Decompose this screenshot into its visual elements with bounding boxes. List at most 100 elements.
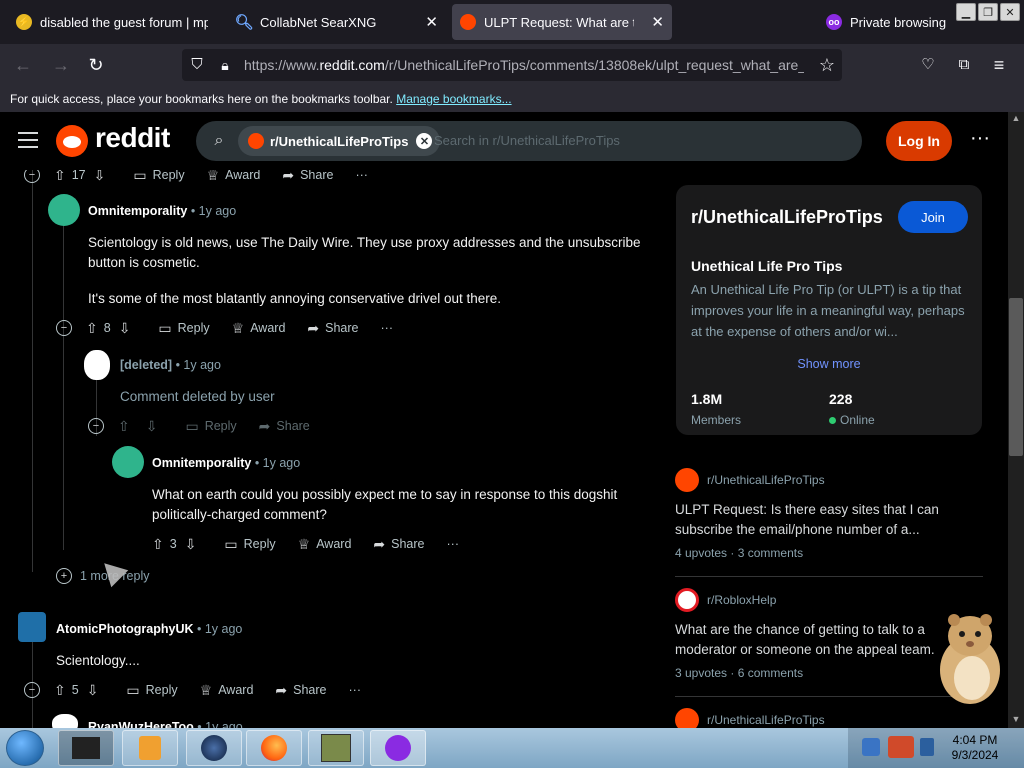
manage-bookmarks-link[interactable]: Manage bookmarks...: [396, 92, 511, 106]
subreddit-title[interactable]: r/UnethicalLifeProTips: [691, 207, 883, 228]
search-bar[interactable]: ⌕ r/UnethicalLifeProTips ✕ Search in r/U…: [196, 121, 862, 161]
upvote-icon[interactable]: ⇧: [54, 170, 66, 184]
clear-chip-icon[interactable]: ✕: [416, 133, 433, 149]
related-post[interactable]: r/UnethicalLifeProTips ULPT Request: Is …: [675, 468, 985, 560]
reddit-logo-icon[interactable]: [56, 125, 88, 157]
downvote-icon[interactable]: ⇩: [94, 170, 106, 184]
award-button[interactable]: ♕ Award: [200, 682, 254, 699]
upvote-icon[interactable]: ⇧: [54, 682, 66, 699]
tray-volume-icon[interactable]: [920, 738, 934, 756]
comment-author[interactable]: RyanWuzHereToo • 1y ago: [88, 720, 243, 728]
close-window-icon[interactable]: ✕: [1000, 3, 1020, 21]
author-name[interactable]: AtomicPhotographyUK: [56, 622, 194, 636]
more-actions-icon[interactable]: ···: [447, 537, 460, 551]
reply-button[interactable]: ▭ Reply: [224, 536, 275, 553]
share-button[interactable]: ➦ Share: [373, 536, 424, 553]
bookmark-star-icon[interactable]: ☆: [816, 54, 838, 76]
back-arrow-icon[interactable]: ←: [12, 54, 34, 76]
reply-button: ▭ Reply: [185, 418, 236, 435]
close-tab-icon[interactable]: ✕: [425, 13, 438, 31]
lock-icon[interactable]: 🔒︎: [214, 54, 236, 76]
scroll-down-arrow-icon[interactable]: ▼: [1008, 714, 1024, 728]
shield-icon[interactable]: ⛉: [186, 54, 208, 76]
reply-button[interactable]: ▭ Reply: [158, 320, 209, 337]
award-label: Award: [316, 537, 352, 551]
tab-searxng[interactable]: 🔍︎ CollabNet SearXNG ✕: [228, 4, 446, 40]
search-input[interactable]: Search in r/UnethicalLifeProTips: [434, 133, 620, 148]
upvote-icon[interactable]: ⇧: [86, 320, 98, 337]
downvote-icon[interactable]: ⇩: [185, 536, 197, 553]
avatar[interactable]: [112, 446, 144, 478]
author-name[interactable]: Omnitemporality: [88, 204, 187, 218]
taskbar-app-media[interactable]: [58, 730, 114, 766]
reply-button[interactable]: ▭ Reply: [126, 682, 177, 699]
more-options-icon[interactable]: ···: [966, 128, 994, 148]
address-bar[interactable]: ⛉ 🔒︎ https://www.reddit.com/r/UnethicalL…: [182, 49, 842, 81]
hamburger-menu-icon[interactable]: [18, 132, 38, 148]
author-name[interactable]: Omnitemporality: [152, 456, 251, 470]
url-text[interactable]: https://www.reddit.com/r/UnethicalLifePr…: [244, 57, 804, 73]
app-menu-icon[interactable]: ≡: [988, 54, 1010, 76]
online-dot-icon: [829, 416, 836, 424]
related-post[interactable]: r/UnethicalLifeProTips: [675, 708, 985, 728]
comment-author[interactable]: AtomicPhotographyUK • 1y ago: [56, 622, 242, 636]
tray-app-icon[interactable]: [888, 736, 914, 758]
tray-network-icon[interactable]: [862, 738, 880, 756]
show-more-button[interactable]: Show more: [676, 357, 982, 371]
related-subreddit[interactable]: r/UnethicalLifeProTips: [707, 473, 825, 487]
taskbar-app-firefox[interactable]: [246, 730, 302, 766]
comment-author[interactable]: Omnitemporality • 1y ago: [88, 204, 236, 218]
restore-icon[interactable]: ❐: [978, 3, 998, 21]
tab-reddit-active[interactable]: ULPT Request: What are the mo ✕: [452, 4, 672, 40]
tab-mpp-forum[interactable]: ⚡ disabled the guest forum | mpp: [8, 4, 224, 40]
collapse-icon[interactable]: −: [24, 170, 40, 183]
system-clock[interactable]: 4:04 PM 9/3/2024: [940, 733, 1010, 763]
minimize-icon[interactable]: ▁: [956, 3, 976, 21]
upvote-icon[interactable]: ⇧: [152, 536, 164, 553]
downvote-icon[interactable]: ⇩: [87, 682, 99, 699]
author-name[interactable]: RyanWuzHereToo: [88, 720, 194, 728]
avatar[interactable]: [48, 194, 80, 226]
share-label: Share: [325, 321, 359, 335]
collapse-icon[interactable]: −: [56, 320, 72, 336]
avatar[interactable]: [52, 714, 78, 728]
taskbar-app-box[interactable]: [308, 730, 364, 766]
subreddit-search-chip[interactable]: r/UnethicalLifeProTips ✕: [238, 126, 441, 156]
join-button[interactable]: Join: [898, 201, 968, 233]
collapse-icon[interactable]: −: [88, 418, 104, 434]
taskbar-app-private-firefox[interactable]: [370, 730, 426, 766]
extensions-icon[interactable]: ⧉: [953, 54, 975, 76]
more-actions-icon[interactable]: ···: [355, 170, 368, 182]
related-post-title[interactable]: ULPT Request: Is there easy sites that I…: [675, 500, 955, 540]
award-button[interactable]: ♕ Award: [232, 320, 286, 337]
login-button[interactable]: Log In: [886, 121, 952, 161]
related-subreddit[interactable]: r/UnethicalLifeProTips: [707, 713, 825, 727]
share-button[interactable]: ➦ Share: [282, 170, 333, 184]
taskbar-app-player[interactable]: [122, 730, 178, 766]
forward-arrow-icon[interactable]: →: [50, 54, 72, 76]
reload-icon[interactable]: ↻: [85, 54, 107, 76]
award-button[interactable]: ♕ Award: [207, 170, 261, 184]
reply-button[interactable]: ▭ Reply: [133, 170, 184, 184]
scroll-up-arrow-icon[interactable]: ▲: [1008, 113, 1024, 127]
taskbar-app-globe[interactable]: [186, 730, 242, 766]
close-tab-icon[interactable]: ✕: [651, 13, 664, 31]
related-subreddit[interactable]: r/RobloxHelp: [707, 593, 776, 607]
browser-nav-bar: ← → ↻ ⛉ 🔒︎ https://www.reddit.com/r/Unet…: [0, 44, 1024, 86]
collapse-icon[interactable]: −: [24, 682, 40, 698]
avatar[interactable]: [18, 612, 46, 642]
more-actions-icon[interactable]: ···: [381, 321, 394, 335]
share-button[interactable]: ➦ Share: [275, 682, 326, 699]
comment-author[interactable]: Omnitemporality • 1y ago: [152, 456, 300, 470]
scrollbar-thumb[interactable]: [1009, 298, 1023, 456]
downvote-icon[interactable]: ⇩: [119, 320, 131, 337]
reddit-wordmark[interactable]: reddit: [95, 122, 170, 154]
more-actions-icon[interactable]: ···: [349, 683, 362, 697]
pocket-icon[interactable]: ♡: [917, 54, 939, 76]
start-button-icon[interactable]: [6, 730, 44, 766]
related-post-title[interactable]: What are the chance of getting to talk t…: [675, 620, 955, 660]
comment-author: [deleted] • 1y ago: [120, 358, 221, 372]
share-button[interactable]: ➦ Share: [307, 320, 358, 337]
share-icon: ➦: [275, 681, 288, 698]
award-button[interactable]: ♕ Award: [298, 536, 352, 553]
